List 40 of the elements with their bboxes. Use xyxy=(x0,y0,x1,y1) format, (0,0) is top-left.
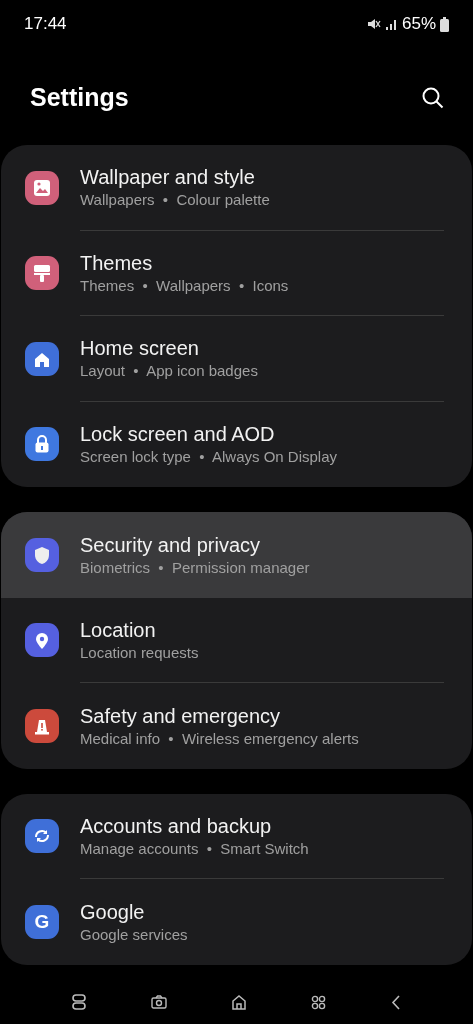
settings-item[interactable]: Safety and emergency Medical info • Wireless emergency alerts xyxy=(1,683,472,769)
settings-item[interactable]: Location Location requests xyxy=(1,597,472,683)
item-title: Security and privacy xyxy=(80,532,262,558)
battery-icon xyxy=(440,16,449,32)
settings-item[interactable]: Accounts and backup Manage accounts • Smart Switch xyxy=(1,793,472,879)
back-icon[interactable] xyxy=(390,994,401,1010)
item-details: Medical info • Wireless emergency alerts xyxy=(80,728,360,749)
item-details: Layout • App icon badges xyxy=(80,361,259,382)
item-title: Wallpaper and style xyxy=(80,165,256,191)
item-details: Manage accounts • Smart Switch xyxy=(80,838,310,859)
item-details: Biometrics • Permission manager xyxy=(80,557,311,578)
letter-icon: G xyxy=(25,904,59,939)
signal-icon xyxy=(384,17,398,31)
settings-item[interactable]: Wallpaper and style Wallpapers • Colour palette xyxy=(1,145,472,231)
settings-item[interactable]: G Google Google services xyxy=(1,879,472,965)
item-title: Lock screen and AOD xyxy=(80,422,276,448)
item-details: Themes • Wallpapers • Icons xyxy=(80,275,290,296)
status-time: 17:44 xyxy=(24,13,67,36)
page-title: Settings xyxy=(30,82,129,114)
battery-percent: 65% xyxy=(401,13,436,36)
settings-item[interactable]: Lock screen and AOD Screen lock type • Always On Display xyxy=(1,401,472,487)
home-icon[interactable] xyxy=(230,994,247,1010)
item-title: Themes xyxy=(80,250,154,276)
mute-icon xyxy=(366,17,381,31)
apps-grid-icon[interactable] xyxy=(311,994,327,1010)
item-title: Accounts and backup xyxy=(80,813,273,839)
camera-icon[interactable] xyxy=(150,995,167,1009)
item-title: Home screen xyxy=(80,336,200,362)
item-details: Wallpapers • Colour palette xyxy=(80,190,271,211)
settings-item[interactable]: Security and privacy Biometrics • Permission manager xyxy=(1,512,472,598)
recent-apps-icon[interactable] xyxy=(72,994,87,1010)
item-title: Google xyxy=(80,899,146,925)
item-title: Safety and emergency xyxy=(80,703,282,729)
settings-item[interactable]: Themes Themes • Wallpapers • Icons xyxy=(1,230,472,316)
item-details: Screen lock type • Always On Display xyxy=(80,447,339,468)
item-title: Location xyxy=(80,617,157,643)
search-icon[interactable] xyxy=(421,86,445,110)
settings-item[interactable]: Home screen Layout • App icon badges xyxy=(1,316,472,402)
item-details: Location requests xyxy=(80,642,200,663)
item-details: Google services xyxy=(80,924,189,945)
